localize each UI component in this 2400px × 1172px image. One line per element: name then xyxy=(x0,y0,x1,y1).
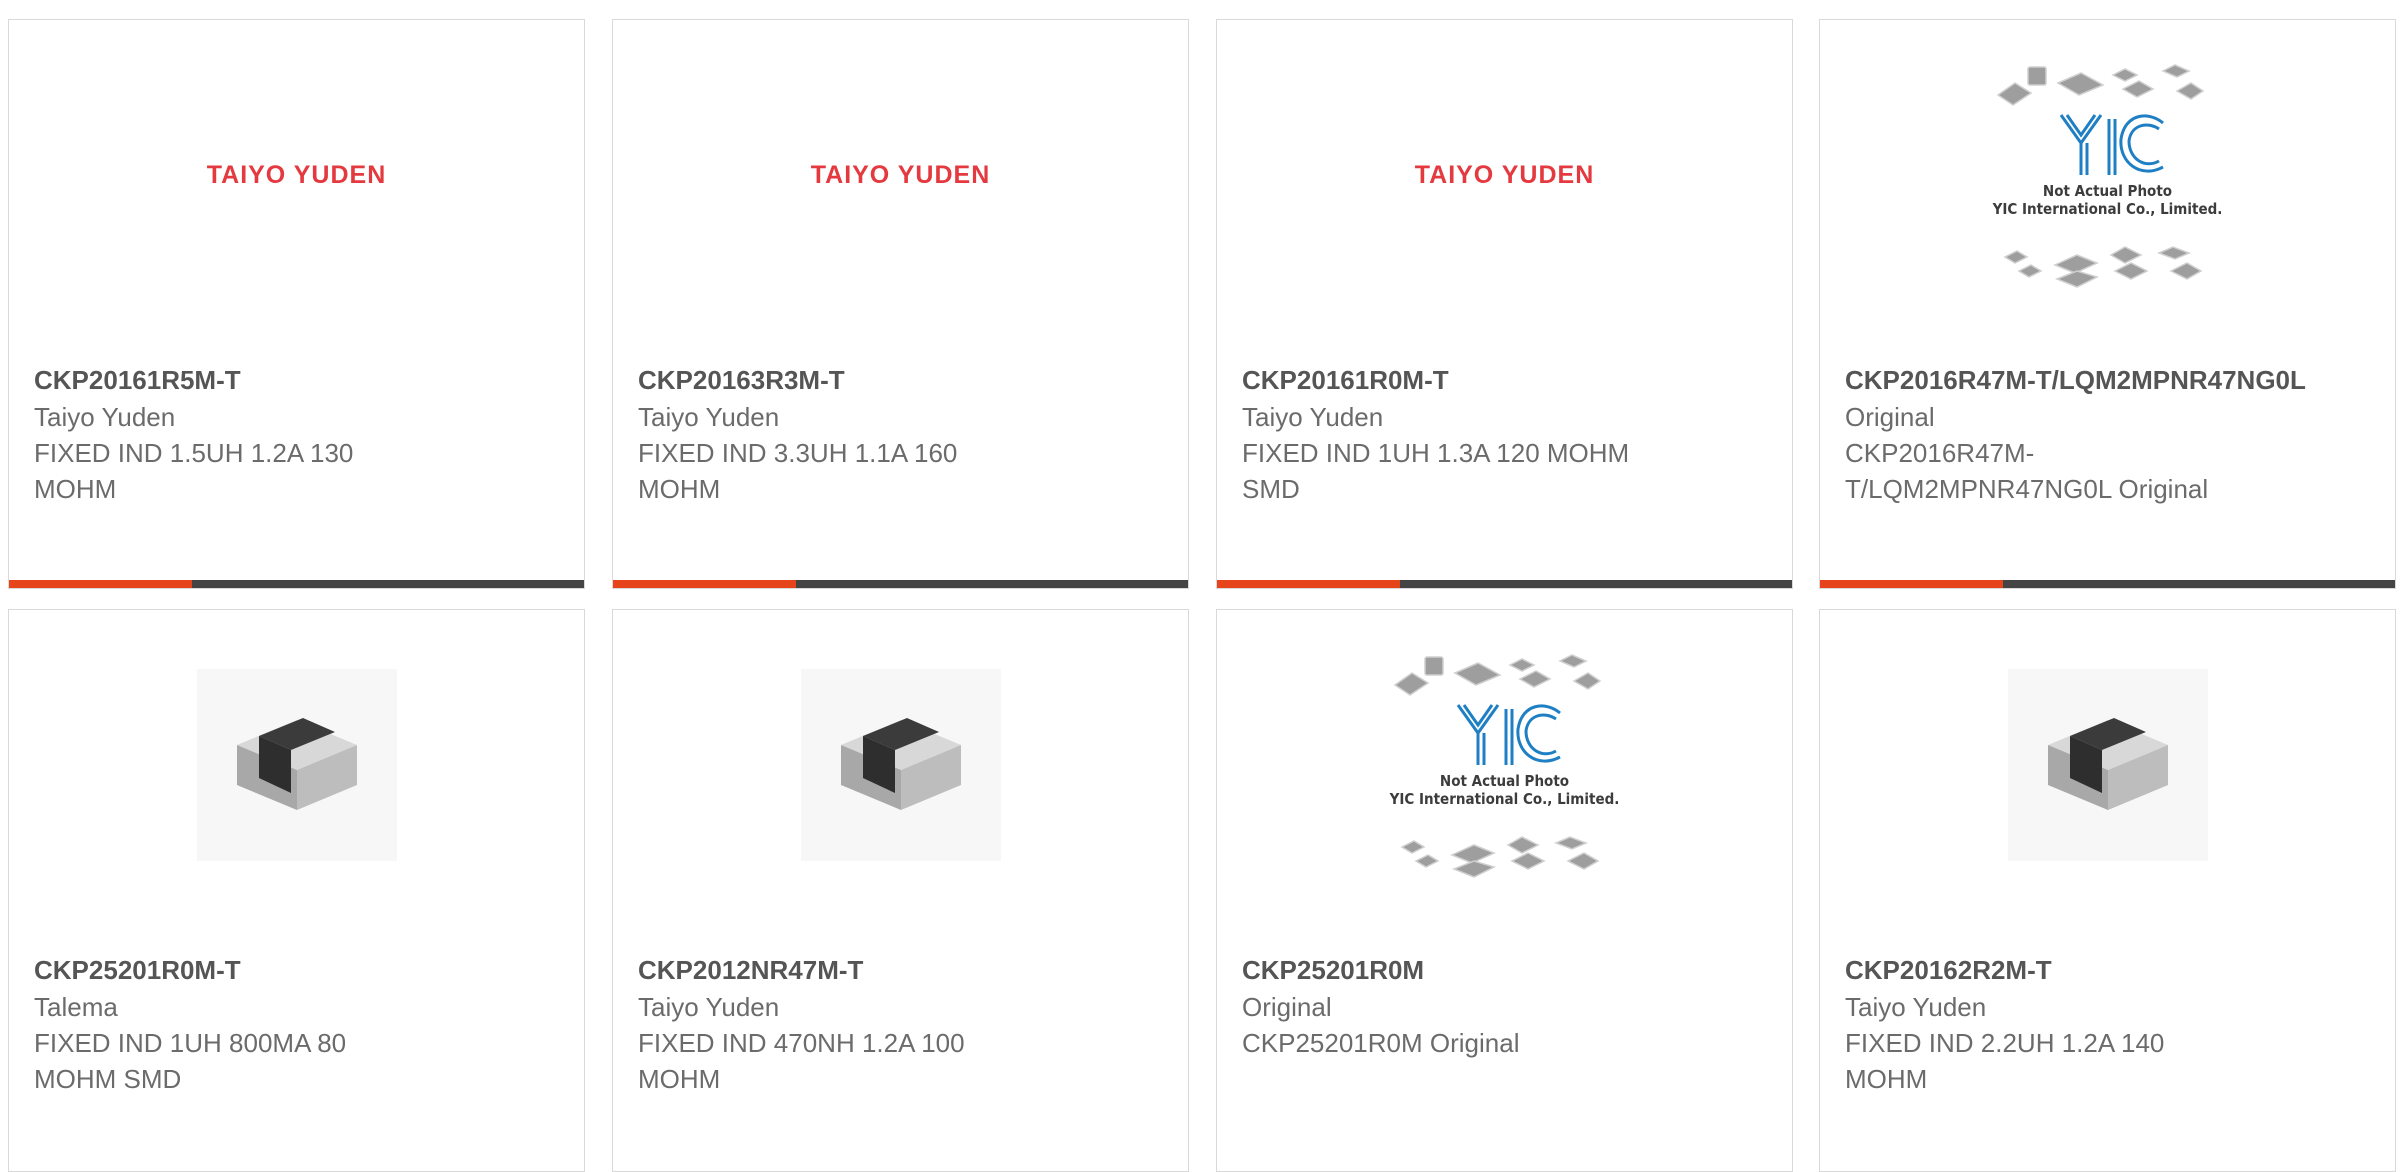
product-image[interactable]: TAIYO YUDEN xyxy=(613,20,1188,340)
card-bottom-bar xyxy=(9,580,584,588)
yic-placeholder-image: Not Actual Photo YIC International Co., … xyxy=(1973,57,2243,297)
description: FIXED IND 470NH 1.2A 100 MOHM xyxy=(638,1028,965,1094)
accent-bar xyxy=(9,580,192,588)
card-bottom-bar xyxy=(1217,580,1792,588)
taiyo-yuden-logo: TAIYO YUDEN xyxy=(206,160,387,189)
product-card[interactable]: CKP20162R2M-T Taiyo Yuden FIXED IND 2.2U… xyxy=(1819,609,2396,1172)
image-caption: Not Actual Photo xyxy=(1439,772,1570,790)
description: FIXED IND 1UH 800MA 80 MOHM SMD xyxy=(34,1028,347,1094)
taiyo-yuden-logo: TAIYO YUDEN xyxy=(810,160,991,189)
manufacturer: Taiyo Yuden xyxy=(1242,402,1384,432)
description: FIXED IND 1UH 1.3A 120 MOHM SMD xyxy=(1242,438,1630,504)
part-number[interactable]: CKP25201R0M-T xyxy=(34,951,564,989)
accent-bar xyxy=(1217,580,1400,588)
product-card[interactable]: Not Actual Photo YIC International Co., … xyxy=(1216,609,1793,1172)
manufacturer: Taiyo Yuden xyxy=(1845,992,1987,1022)
manufacturer: Taiyo Yuden xyxy=(638,402,780,432)
components-illustration xyxy=(1996,64,2204,288)
description: CKP25201R0M Original xyxy=(1242,1028,1520,1058)
product-card[interactable]: TAIYO YUDEN CKP20161R5M-T Taiyo Yuden FI… xyxy=(8,19,585,589)
product-grid: TAIYO YUDEN CKP20161R5M-T Taiyo Yuden FI… xyxy=(0,0,2400,1172)
accent-bar xyxy=(1820,580,2003,588)
part-number[interactable]: CKP20163R3M-T xyxy=(638,361,1168,399)
manufacturer: Talema xyxy=(34,992,118,1022)
inductor-chip-image xyxy=(2007,669,2208,861)
inductor-chip-image xyxy=(196,669,397,861)
product-card[interactable]: CKP25201R0M-T Talema FIXED IND 1UH 800MA… xyxy=(8,609,585,1172)
description: FIXED IND 2.2UH 1.2A 140 MOHM xyxy=(1845,1028,2165,1094)
manufacturer: Taiyo Yuden xyxy=(34,402,176,432)
product-image[interactable]: TAIYO YUDEN xyxy=(1217,20,1792,340)
product-image[interactable] xyxy=(1820,610,2395,930)
card-bottom-bar xyxy=(613,580,1188,588)
chip-icon xyxy=(2047,718,2168,810)
description: FIXED IND 3.3UH 1.1A 160 MOHM xyxy=(638,438,958,504)
product-image[interactable]: Not Actual Photo YIC International Co., … xyxy=(1217,610,1792,930)
product-card[interactable]: CKP2012NR47M-T Taiyo Yuden FIXED IND 470… xyxy=(612,609,1189,1172)
product-image[interactable] xyxy=(9,610,584,930)
product-image[interactable]: TAIYO YUDEN xyxy=(9,20,584,340)
part-number[interactable]: CKP20161R5M-T xyxy=(34,361,564,399)
description: CKP2016R47M-T/LQM2MPNR47NG0L Original xyxy=(1845,438,2209,504)
image-caption: YIC International Co., Limited. xyxy=(1992,200,2223,218)
yic-placeholder-image: Not Actual Photo YIC International Co., … xyxy=(1370,647,1640,887)
product-card[interactable]: Not Actual Photo YIC International Co., … xyxy=(1819,19,2396,589)
card-bottom-bar xyxy=(1820,580,2395,588)
product-image[interactable]: Not Actual Photo YIC International Co., … xyxy=(1820,20,2395,340)
product-card[interactable]: TAIYO YUDEN CKP20161R0M-T Taiyo Yuden FI… xyxy=(1216,19,1793,589)
manufacturer: Original xyxy=(1242,992,1332,1022)
image-caption: YIC International Co., Limited. xyxy=(1389,790,1620,808)
product-card[interactable]: TAIYO YUDEN CKP20163R3M-T Taiyo Yuden FI… xyxy=(612,19,1189,589)
part-number[interactable]: CKP20162R2M-T xyxy=(1845,951,2375,989)
taiyo-yuden-logo: TAIYO YUDEN xyxy=(1414,160,1595,189)
chip-icon xyxy=(840,718,961,810)
product-image[interactable] xyxy=(613,610,1188,930)
accent-bar xyxy=(613,580,796,588)
components-illustration xyxy=(1393,654,1601,878)
part-number[interactable]: CKP20161R0M-T xyxy=(1242,361,1772,399)
manufacturer: Original xyxy=(1845,402,1935,432)
part-number[interactable]: CKP25201R0M xyxy=(1242,951,1772,989)
manufacturer: Taiyo Yuden xyxy=(638,992,780,1022)
description: FIXED IND 1.5UH 1.2A 130 MOHM xyxy=(34,438,354,504)
chip-icon xyxy=(236,718,357,810)
inductor-chip-image xyxy=(800,669,1001,861)
image-caption: Not Actual Photo xyxy=(2042,182,2173,200)
part-number[interactable]: CKP2012NR47M-T xyxy=(638,951,1168,989)
part-number[interactable]: CKP2016R47M-T/LQM2MPNR47NG0L xyxy=(1845,361,2375,399)
